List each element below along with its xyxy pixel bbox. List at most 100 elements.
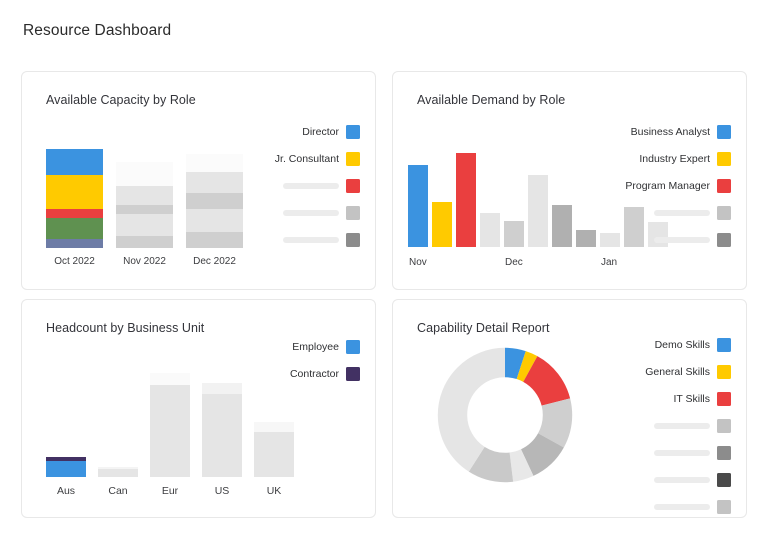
- legend-label: Contractor: [290, 367, 339, 381]
- legend-item-placeholder[interactable]: [283, 206, 360, 220]
- segment-placeholder: [116, 186, 173, 205]
- bar-oct-2022[interactable]: [46, 149, 103, 248]
- card-title: Headcount by Business Unit: [46, 321, 204, 335]
- demand-legend: Business Analyst Industry Expert Program…: [625, 125, 731, 260]
- bar-placeholder[interactable]: [480, 213, 500, 247]
- legend-label: Program Manager: [625, 179, 710, 193]
- segment-jr-consultant: [46, 175, 103, 210]
- segment-placeholder: [186, 232, 243, 248]
- axis-tick-label-nov: Nov: [409, 257, 427, 268]
- legend-skeleton-bar: [654, 237, 710, 243]
- card-available-demand-by-role[interactable]: Available Demand by Role Nov Dec Jan Bus: [392, 71, 747, 290]
- capability-donut-chart[interactable]: [435, 345, 575, 485]
- bar-dec-2022[interactable]: [186, 154, 243, 248]
- donut-svg: [435, 345, 575, 485]
- axis-tick-label: Aus: [46, 485, 86, 497]
- legend-swatch-gray-dark: [717, 233, 731, 247]
- legend-item-jr-consultant[interactable]: Jr. Consultant: [275, 152, 360, 166]
- segment-placeholder: [116, 236, 173, 248]
- bar-placeholder[interactable]: [504, 221, 524, 247]
- legend-swatch-gray-dark: [717, 473, 731, 487]
- bar-eur[interactable]: [150, 373, 190, 477]
- axis-tick-label: UK: [254, 485, 294, 497]
- legend-item-placeholder[interactable]: [654, 473, 731, 487]
- bar-placeholder[interactable]: [576, 230, 596, 247]
- legend-item-program-manager[interactable]: Program Manager: [625, 179, 731, 193]
- legend-item-demo-skills[interactable]: Demo Skills: [655, 338, 731, 352]
- legend-item-placeholder[interactable]: [654, 233, 731, 247]
- capacity-stacked-bars: [46, 149, 243, 248]
- card-title: Available Demand by Role: [417, 93, 565, 107]
- segment-placeholder: [98, 469, 138, 477]
- bar-program-manager[interactable]: [456, 153, 476, 247]
- bar-placeholder[interactable]: [600, 233, 620, 247]
- page-title: Resource Dashboard: [23, 22, 171, 40]
- legend-skeleton-bar: [654, 423, 710, 429]
- legend-label: General Skills: [645, 365, 710, 379]
- bar-industry-expert[interactable]: [432, 202, 452, 247]
- legend-item-placeholder[interactable]: [654, 419, 731, 433]
- segment-employee: [46, 461, 86, 477]
- legend-item-placeholder[interactable]: [654, 500, 731, 514]
- capability-legend: Demo Skills General Skills IT Skills: [645, 338, 731, 518]
- legend-item-it-skills[interactable]: IT Skills: [673, 392, 731, 406]
- legend-swatch-gray-light: [346, 206, 360, 220]
- legend-item-employee[interactable]: Employee: [292, 340, 360, 354]
- legend-label: Business Analyst: [631, 125, 710, 139]
- legend-skeleton-bar: [654, 450, 710, 456]
- headcount-x-axis: Aus Can Eur US UK: [46, 485, 294, 497]
- legend-item-industry-expert[interactable]: Industry Expert: [639, 152, 731, 166]
- segment-placeholder: [116, 162, 173, 186]
- legend-label: Demo Skills: [655, 338, 710, 352]
- axis-tick-label: US: [202, 485, 242, 497]
- legend-skeleton-bar: [283, 210, 339, 216]
- segment-placeholder: [186, 193, 243, 209]
- legend-swatch-yellow: [717, 152, 731, 166]
- legend-swatch-gray-medium: [717, 446, 731, 460]
- axis-tick-label: Nov 2022: [116, 256, 173, 267]
- legend-item-placeholder[interactable]: [654, 206, 731, 220]
- segment-placeholder: [254, 432, 294, 477]
- axis-tick-label: Eur: [150, 485, 190, 497]
- bar-nov-2022[interactable]: [116, 162, 173, 248]
- bar-placeholder[interactable]: [528, 175, 548, 247]
- card-capability-detail-report[interactable]: Capability Detail Report: [392, 299, 747, 518]
- bar-uk[interactable]: [254, 422, 294, 477]
- legend-swatch-yellow: [346, 152, 360, 166]
- legend-swatch-red: [717, 179, 731, 193]
- bar-placeholder[interactable]: [552, 205, 572, 247]
- segment-placeholder: [254, 422, 294, 432]
- card-title: Available Capacity by Role: [46, 93, 196, 107]
- legend-swatch-yellow: [717, 365, 731, 379]
- headcount-legend: Employee Contractor: [290, 340, 360, 394]
- card-title: Capability Detail Report: [417, 321, 550, 335]
- legend-swatch-gray-dark: [346, 233, 360, 247]
- segment-role-5: [46, 239, 103, 248]
- bar-aus[interactable]: [46, 457, 86, 477]
- segment-role-3: [46, 209, 103, 218]
- card-headcount-by-business-unit[interactable]: Headcount by Business Unit: [21, 299, 376, 518]
- axis-tick-label: Oct 2022: [46, 256, 103, 267]
- bar-can[interactable]: [98, 467, 138, 477]
- legend-item-director[interactable]: Director: [302, 125, 360, 139]
- legend-skeleton-bar: [283, 237, 339, 243]
- legend-swatch-red: [346, 179, 360, 193]
- legend-item-general-skills[interactable]: General Skills: [645, 365, 731, 379]
- legend-item-placeholder[interactable]: [283, 179, 360, 193]
- segment-placeholder: [202, 383, 242, 394]
- legend-swatch-purple: [346, 367, 360, 381]
- segment-role-4: [46, 218, 103, 239]
- legend-swatch-gray-light: [717, 500, 731, 514]
- bar-us[interactable]: [202, 383, 242, 477]
- segment-placeholder: [186, 172, 243, 193]
- segment-placeholder: [150, 373, 190, 385]
- segment-placeholder: [116, 205, 173, 214]
- legend-item-placeholder[interactable]: [654, 446, 731, 460]
- card-available-capacity-by-role[interactable]: Available Capacity by Role: [21, 71, 376, 290]
- legend-label: IT Skills: [673, 392, 710, 406]
- legend-item-contractor[interactable]: Contractor: [290, 367, 360, 381]
- legend-item-placeholder[interactable]: [283, 233, 360, 247]
- bar-business-analyst[interactable]: [408, 165, 428, 247]
- legend-item-business-analyst[interactable]: Business Analyst: [631, 125, 731, 139]
- axis-tick-label: Can: [98, 485, 138, 497]
